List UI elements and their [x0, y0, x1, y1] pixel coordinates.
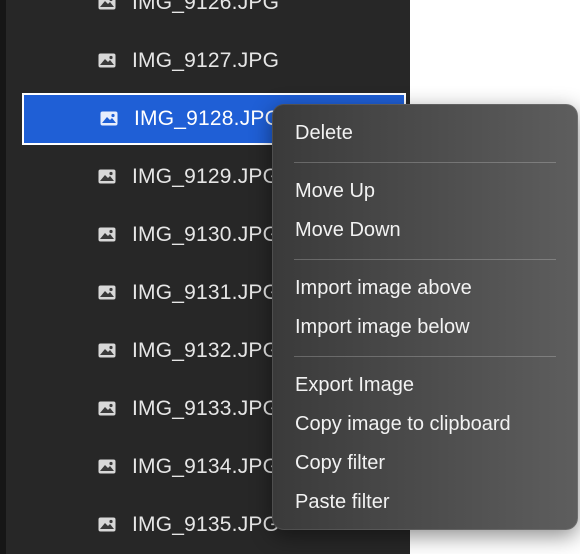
menu-item-import-image-above[interactable]: Import image above: [272, 269, 578, 308]
file-name: IMG_9129.JPG: [132, 165, 280, 188]
image-file-icon: [98, 53, 116, 68]
menu-item-move-down[interactable]: Move Down: [272, 211, 578, 250]
menu-separator: [294, 259, 556, 260]
menu-separator: [294, 356, 556, 357]
image-file-icon: [98, 459, 116, 474]
file-name: IMG_9131.JPG: [132, 281, 280, 304]
menu-item-copy-image-to-clipboard[interactable]: Copy image to clipboard: [272, 405, 578, 444]
menu-item-copy-filter[interactable]: Copy filter: [272, 444, 578, 483]
image-file-icon: [98, 343, 116, 358]
file-row-img-9127[interactable]: IMG_9127.JPG: [6, 32, 410, 90]
file-name: IMG_9132.JPG: [132, 339, 280, 362]
file-name: IMG_9133.JPG: [132, 397, 280, 420]
image-file-icon: [98, 0, 116, 10]
menu-item-import-image-below[interactable]: Import image below: [272, 308, 578, 347]
file-name: IMG_9126.JPG: [132, 0, 280, 14]
context-menu: Delete Move Up Move Down Import image ab…: [272, 104, 578, 530]
file-name: IMG_9135.JPG: [132, 513, 280, 536]
image-file-icon: [98, 285, 116, 300]
image-file-icon: [98, 517, 116, 532]
file-name: IMG_9130.JPG: [132, 223, 280, 246]
image-file-icon: [98, 401, 116, 416]
screen: IMG_9126.JPG IMG_9127.JPG IMG_9128.JPG I…: [0, 0, 580, 554]
menu-item-export-image[interactable]: Export Image: [272, 366, 578, 405]
file-name: IMG_9127.JPG: [132, 49, 280, 72]
image-file-icon: [100, 111, 118, 126]
image-file-icon: [98, 169, 116, 184]
file-name: IMG_9128.JPG: [134, 107, 282, 130]
file-row-img-9126[interactable]: IMG_9126.JPG: [6, 0, 410, 32]
menu-item-move-up[interactable]: Move Up: [272, 172, 578, 211]
file-name: IMG_9134.JPG: [132, 455, 280, 478]
image-file-icon: [98, 227, 116, 242]
menu-item-delete[interactable]: Delete: [272, 114, 578, 153]
menu-separator: [294, 162, 556, 163]
menu-item-paste-filter[interactable]: Paste filter: [272, 483, 578, 522]
